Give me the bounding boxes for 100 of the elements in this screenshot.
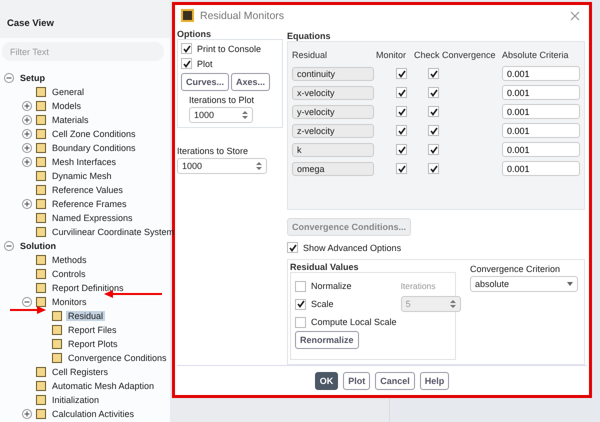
- collapse-icon[interactable]: [4, 241, 14, 251]
- tree-item[interactable]: Solution: [18, 241, 58, 251]
- checkbox[interactable]: [295, 280, 306, 292]
- checkbox-label: Print to Console: [197, 44, 262, 54]
- checkbox[interactable]: [396, 144, 407, 156]
- criteria-field[interactable]: 0.001: [502, 104, 580, 120]
- checkbox[interactable]: [396, 87, 407, 98]
- tree-item[interactable]: Reference Frames: [50, 199, 129, 209]
- checkbox[interactable]: [396, 163, 407, 174]
- checkbox[interactable]: [287, 242, 298, 254]
- tree-item[interactable]: Report Plots: [66, 339, 120, 349]
- tree-item[interactable]: Mesh Interfaces: [50, 157, 118, 167]
- tree-node-icon: [36, 213, 46, 223]
- checkbox[interactable]: [295, 298, 306, 310]
- check-icon: [398, 108, 406, 116]
- checkbox[interactable]: [295, 316, 306, 328]
- tree-item[interactable]: Automatic Mesh Adaption: [50, 381, 156, 391]
- expand-icon[interactable]: [22, 199, 32, 209]
- tree-node-icon: [36, 409, 46, 419]
- tree-node-icon: [36, 199, 46, 209]
- checkbox[interactable]: [428, 125, 439, 136]
- expand-icon[interactable]: [22, 409, 32, 419]
- tree-item[interactable]: Residual: [66, 311, 106, 321]
- residual-name: z-velocity: [292, 124, 374, 138]
- field-label: Iterations to Plot: [189, 95, 256, 106]
- dialog-button[interactable]: Plot: [343, 372, 370, 390]
- tree-item[interactable]: Cell Zone Conditions: [50, 129, 138, 139]
- collapse-icon[interactable]: [22, 297, 32, 307]
- number-field[interactable]: 1000: [189, 107, 253, 124]
- checkbox-label: Show Advanced Options: [303, 242, 402, 253]
- tree-node-icon: [52, 311, 62, 321]
- expand-icon[interactable]: [22, 101, 32, 111]
- tree-item[interactable]: Reference Values: [50, 185, 125, 195]
- tree-item[interactable]: Report Definitions: [50, 283, 126, 293]
- tree-item[interactable]: Materials: [50, 115, 91, 125]
- checkbox-label: Compute Local Scale: [311, 317, 397, 328]
- dialog-button[interactable]: Curves...: [181, 73, 230, 92]
- column-header: Monitor: [376, 50, 406, 60]
- checkbox[interactable]: [181, 43, 192, 54]
- tree-node-icon: [36, 101, 46, 111]
- spin-arrows-icon[interactable]: [450, 299, 456, 310]
- tree-node-icon: [36, 283, 46, 293]
- tree-item[interactable]: General: [50, 87, 86, 97]
- criteria-field[interactable]: 0.001: [502, 85, 580, 100]
- tree-item[interactable]: Calculation Activities: [50, 409, 136, 419]
- tree-item[interactable]: Models: [50, 101, 84, 111]
- dialog-button[interactable]: Cancel: [375, 372, 415, 390]
- checkbox[interactable]: [428, 163, 439, 174]
- tree-item[interactable]: Cell Registers: [50, 367, 110, 377]
- checkbox[interactable]: [396, 106, 407, 118]
- dialog-button[interactable]: Help: [420, 372, 450, 390]
- check-icon: [430, 70, 438, 78]
- field-label: Iterations: [400, 281, 437, 292]
- checkbox-label: Normalize: [311, 281, 352, 292]
- dialog-button[interactable]: Axes...: [231, 73, 270, 92]
- tree-item[interactable]: Report Files: [66, 325, 119, 335]
- tree-item[interactable]: Controls: [50, 269, 88, 279]
- tree-item[interactable]: Methods: [50, 255, 89, 265]
- criteria-field[interactable]: 0.001: [502, 142, 580, 158]
- check-icon: [430, 88, 438, 97]
- tree-item[interactable]: Convergence Conditions: [66, 353, 169, 363]
- tree-node-icon: [36, 115, 46, 125]
- spin-arrows-icon[interactable]: [256, 161, 262, 172]
- checkbox[interactable]: [396, 125, 407, 136]
- filter-field[interactable]: Filter Text: [2, 42, 164, 61]
- spin-arrows-icon[interactable]: [242, 110, 248, 120]
- tree-item[interactable]: Boundary Conditions: [50, 143, 138, 153]
- checkbox[interactable]: [428, 87, 439, 98]
- number-field[interactable]: 1000: [177, 158, 267, 174]
- checkbox[interactable]: [181, 58, 192, 70]
- expand-icon[interactable]: [22, 157, 32, 167]
- tree-node-icon: [36, 129, 46, 139]
- renormalize-button[interactable]: Renormalize: [295, 331, 359, 350]
- tree-item[interactable]: Monitors: [50, 297, 89, 307]
- tree-item[interactable]: Dynamic Mesh: [50, 171, 114, 181]
- tree-item[interactable]: Initialization: [50, 395, 102, 405]
- collapse-icon[interactable]: [4, 73, 14, 83]
- tree-node-icon: [36, 227, 46, 237]
- tree-item[interactable]: Setup: [18, 73, 48, 83]
- checkbox-label: Plot: [197, 58, 213, 69]
- check-icon: [430, 126, 438, 135]
- criteria-field[interactable]: 0.001: [502, 161, 580, 176]
- check-icon: [430, 164, 438, 173]
- expand-icon[interactable]: [22, 115, 32, 125]
- tree-node-icon: [36, 297, 46, 307]
- checkbox[interactable]: [428, 106, 439, 118]
- checkbox[interactable]: [428, 144, 439, 156]
- dropdown[interactable]: absolute: [470, 276, 578, 292]
- checkbox[interactable]: [396, 68, 407, 80]
- check-icon: [296, 300, 304, 308]
- check-icon: [288, 244, 296, 252]
- criteria-field[interactable]: 0.001: [502, 66, 580, 82]
- criteria-field[interactable]: 0.001: [502, 123, 580, 138]
- dialog-button[interactable]: OK: [314, 372, 338, 390]
- tree-item[interactable]: Named Expressions: [50, 213, 135, 223]
- expand-icon[interactable]: [22, 129, 32, 139]
- checkbox[interactable]: [428, 68, 439, 80]
- check-icon: [430, 108, 438, 116]
- residual-name: omega: [292, 162, 374, 176]
- expand-icon[interactable]: [22, 143, 32, 153]
